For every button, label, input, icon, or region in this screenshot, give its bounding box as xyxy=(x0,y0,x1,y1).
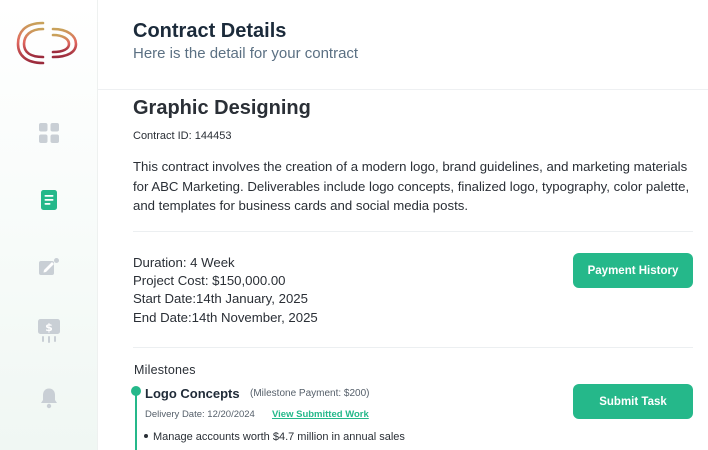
edit-icon[interactable] xyxy=(37,255,61,279)
contract-description: This contract involves the creation of a… xyxy=(133,159,690,213)
milestone-title: Logo Concepts xyxy=(145,386,240,401)
view-submitted-work-link[interactable]: View Submitted Work xyxy=(272,409,369,420)
payment-history-button[interactable]: Payment History xyxy=(573,253,693,288)
page-header: Contract Details Here is the detail for … xyxy=(98,0,708,90)
milestones-heading: Milestones xyxy=(134,363,196,377)
sidebar: $ xyxy=(0,0,98,450)
grid-icon[interactable] xyxy=(37,121,61,145)
milestone-bullet-text: Manage accounts worth $4.7 million in an… xyxy=(153,431,405,443)
divider xyxy=(133,231,693,232)
page-title: Contract Details xyxy=(133,20,287,42)
milestone-delivery-date: Delivery Date: 12/20/2024 xyxy=(145,409,255,420)
contract-duration: Duration: 4 Week xyxy=(133,255,235,270)
bell-icon[interactable] xyxy=(37,386,61,410)
milestone-timeline-dot xyxy=(131,386,141,396)
milestone-payment: (Milestone Payment: $200) xyxy=(250,388,370,399)
contract-end-date: End Date:14th November, 2025 xyxy=(133,310,318,325)
payment-icon[interactable]: $ xyxy=(37,319,61,343)
page-subtitle: Here is the detail for your contract xyxy=(133,45,359,62)
divider xyxy=(133,347,693,348)
contract-project-cost: Project Cost: $150,000.00 xyxy=(133,273,286,288)
milestone-timeline-line xyxy=(135,392,137,450)
contract-start-date: Start Date:14th January, 2025 xyxy=(133,291,308,306)
svg-text:$: $ xyxy=(45,321,53,334)
submit-task-button[interactable]: Submit Task xyxy=(573,384,693,419)
bullet-dot xyxy=(144,434,148,439)
document-icon[interactable] xyxy=(37,188,61,212)
contract-title: Graphic Designing xyxy=(133,97,311,119)
milestone-bullet-item: Manage accounts worth $4.7 million in an… xyxy=(144,431,405,443)
contract-id: Contract ID: 144453 xyxy=(133,130,232,142)
brand-logo[interactable] xyxy=(16,11,82,85)
